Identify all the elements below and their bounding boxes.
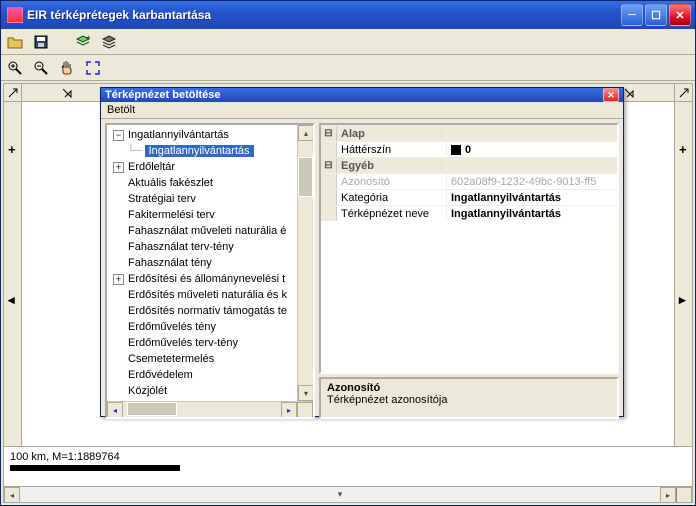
property-help: Azonosító Térképnézet azonosítója (319, 377, 619, 419)
color-swatch (451, 145, 461, 155)
scroll-thumb[interactable] (127, 402, 177, 416)
tree-scrollbar-horizontal[interactable]: ◂ ▸ (107, 401, 313, 417)
tree-item[interactable]: Erdővédelem (128, 369, 193, 381)
plus-marker: + (8, 142, 16, 157)
app-icon (7, 7, 23, 23)
tree-item[interactable]: Stratégiai terv (128, 193, 196, 205)
tree-item[interactable]: Közjólét (128, 385, 167, 397)
scroll-track[interactable]: ▾ (20, 487, 660, 502)
maximize-button[interactable]: ☐ (645, 4, 667, 26)
plus-marker: + (679, 142, 687, 157)
main-titlebar: EIR térképrétegek karbantartása ─ ☐ ✕ (1, 1, 695, 29)
tree-item[interactable]: Fahasználat műveleti naturália é (128, 225, 286, 237)
layers-add-icon[interactable]: + (73, 32, 93, 52)
prop-name: Azonosító (337, 174, 447, 189)
tree-item[interactable]: Fakitermelési terv (128, 209, 215, 221)
tree-item[interactable]: Erdőművelés terv-tény (128, 337, 238, 349)
tree-scrollbar-vertical[interactable]: ▴ ▾ (297, 125, 313, 401)
pan-icon[interactable] (57, 58, 77, 78)
load-mapview-dialog: Térképnézet betöltése ✕ Betölt −Ingatlan… (100, 87, 624, 417)
prop-name: Kategória (337, 190, 447, 205)
menu-load[interactable]: Betölt (107, 104, 135, 116)
prop-value[interactable]: Ingatlannyilvántartás (447, 206, 617, 221)
expand-icon[interactable]: + (113, 274, 124, 285)
scroll-right-icon[interactable]: ▸ (660, 487, 676, 503)
toolbar-file: + (1, 29, 695, 55)
scroll-corner (676, 487, 692, 503)
toolbar-view (1, 55, 695, 81)
prop-value[interactable]: Ingatlannyilvántartás (447, 190, 617, 205)
collapse-icon[interactable]: − (113, 130, 124, 141)
property-grid[interactable]: ⊟ Alap Háttérszín 0 ⊟ Egyéb (319, 123, 619, 374)
ruler-marker-icon (624, 88, 634, 101)
dialog-title: Térképnézet betöltése (105, 89, 603, 101)
help-title: Azonosító (327, 382, 611, 394)
prop-category: Egyéb (337, 158, 447, 173)
tree-panel: −Ingatlannyilvántartás └─Ingatlannyilván… (105, 123, 315, 419)
dialog-titlebar: Térképnézet betöltése ✕ (101, 88, 623, 102)
prop-name: Háttérszín (337, 142, 447, 157)
prop-category: Alap (337, 126, 447, 141)
ruler-marker-icon (62, 88, 72, 101)
tree-item[interactable]: Ingatlannyilvántartás (128, 129, 229, 141)
scroll-corner (297, 402, 313, 418)
zoom-in-icon[interactable] (5, 58, 25, 78)
tree-item[interactable]: Erdőleltár (128, 161, 175, 173)
ruler-corner (4, 84, 22, 101)
tree-item[interactable]: Erdősítési és állománynevelési t (128, 273, 285, 285)
scroll-down-icon[interactable]: ▾ (298, 385, 314, 401)
prop-value: 602a08f9-1232-49bc-9013-ff5 (447, 174, 617, 189)
scroll-left-icon[interactable]: ◂ (4, 487, 20, 503)
tree-item[interactable]: Aktuális fakészlet (128, 177, 213, 189)
layers-icon[interactable] (99, 32, 119, 52)
expand-icon[interactable]: + (113, 162, 124, 173)
minimize-button[interactable]: ─ (621, 4, 643, 26)
arrow-marker: ◂ (8, 292, 15, 308)
prop-value[interactable]: 0 (465, 144, 471, 156)
zoom-extents-icon[interactable] (83, 58, 103, 78)
scale-label: 100 km, M=1:1889764 (10, 451, 686, 463)
help-description: Térképnézet azonosítója (327, 394, 611, 406)
ruler-corner-right (674, 84, 692, 101)
collapse-icon[interactable]: ⊟ (321, 158, 337, 173)
zoom-out-icon[interactable] (31, 58, 51, 78)
window-title: EIR térképrétegek karbantartása (27, 8, 621, 22)
status-bar: 100 km, M=1:1889764 (4, 446, 692, 486)
open-icon[interactable] (5, 32, 25, 52)
tree-item[interactable]: Erdősítés műveleti naturália és k (128, 289, 287, 301)
horizontal-scrollbar[interactable]: ◂ ▾ ▸ (4, 486, 692, 502)
scroll-thumb[interactable] (298, 157, 313, 197)
close-button[interactable]: ✕ (669, 4, 691, 26)
prop-name: Térképnézet neve (337, 206, 447, 221)
scroll-up-icon[interactable]: ▴ (298, 125, 314, 141)
mapview-tree[interactable]: −Ingatlannyilvántartás └─Ingatlannyilván… (107, 125, 313, 401)
save-icon[interactable] (31, 32, 51, 52)
scroll-left-icon[interactable]: ◂ (107, 402, 123, 418)
tree-item[interactable]: Erdősítés normatív támogatás te (128, 305, 287, 317)
dialog-close-button[interactable]: ✕ (603, 88, 619, 102)
tree-item[interactable]: Fahasználat tény (128, 257, 212, 269)
collapse-icon[interactable]: ⊟ (321, 126, 337, 141)
arrow-marker: ▸ (679, 292, 686, 308)
ruler-vertical-left: + ◂ (4, 102, 22, 446)
scale-bar (10, 465, 180, 471)
tree-item[interactable]: Erdőművelés tény (128, 321, 216, 333)
svg-text:+: + (86, 34, 91, 42)
scroll-right-icon[interactable]: ▸ (281, 402, 297, 418)
tree-item[interactable]: Csemetetermelés (128, 353, 214, 365)
tree-item-selected[interactable]: Ingatlannyilvántartás (145, 145, 254, 157)
tree-item[interactable]: Fahasználat terv-tény (128, 241, 234, 253)
ruler-vertical-right: + ▸ (674, 102, 692, 446)
